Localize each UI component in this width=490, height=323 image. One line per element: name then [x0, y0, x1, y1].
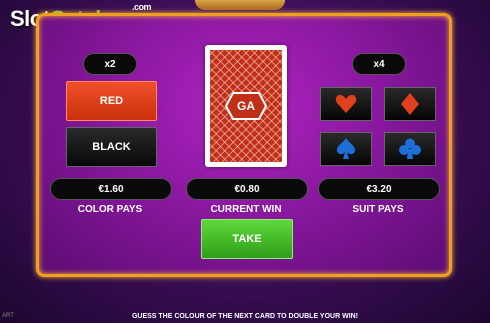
- hint-message: GUESS THE COLOUR OF THE NEXT CARD TO DOU…: [131, 313, 359, 320]
- hearts-button[interactable]: [320, 87, 372, 121]
- spades-icon: [336, 138, 356, 159]
- current-win-label: CURRENT WIN: [210, 204, 282, 215]
- card-back-icon: GA: [205, 45, 287, 167]
- clubs-icon: [399, 138, 421, 159]
- suit-pays-value: €3.20: [318, 178, 440, 200]
- suit-multiplier-badge: x4: [352, 53, 406, 75]
- suit-pays-label: SUIT PAYS: [352, 204, 404, 215]
- hearts-icon: [335, 94, 357, 113]
- take-button[interactable]: TAKE: [201, 219, 293, 259]
- ga-logo-text: GA: [237, 99, 255, 113]
- watermark-com: .com: [132, 2, 152, 12]
- color-multiplier-badge: x2: [83, 53, 137, 75]
- diamonds-icon: [401, 93, 419, 115]
- spades-button[interactable]: [320, 132, 372, 166]
- current-win-value: €0.80: [186, 178, 308, 200]
- color-pays-label: COLOR PAYS: [77, 204, 143, 215]
- red-button[interactable]: RED: [66, 81, 157, 121]
- crown-decoration: [195, 0, 285, 10]
- color-pays-value: €1.60: [50, 178, 172, 200]
- diamonds-button[interactable]: [384, 87, 436, 121]
- clubs-button[interactable]: [384, 132, 436, 166]
- black-button[interactable]: BLACK: [66, 127, 157, 167]
